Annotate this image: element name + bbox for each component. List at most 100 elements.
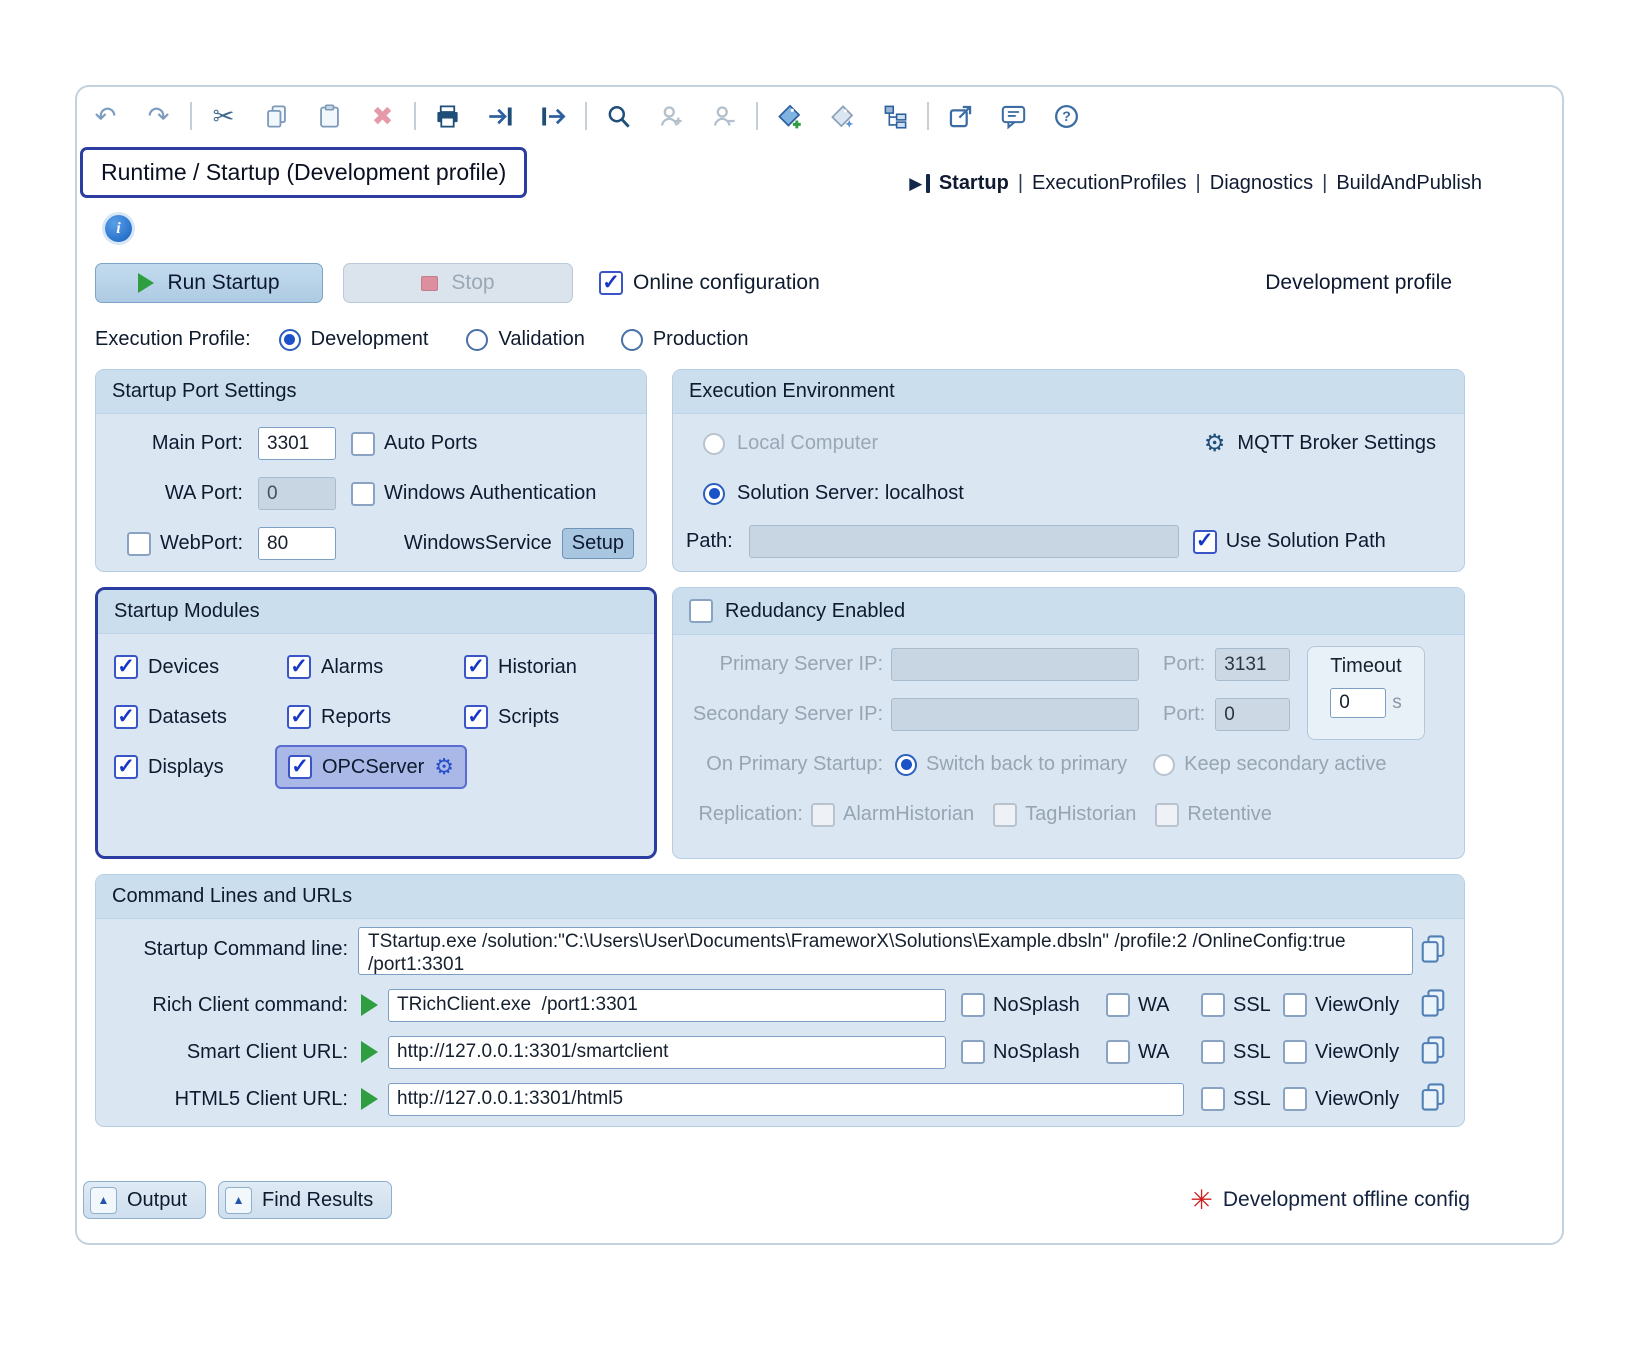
solution-server-label: Solution Server: localhost: [737, 482, 964, 505]
toolbar-divider: [585, 102, 587, 130]
info-icon[interactable]: i: [105, 215, 132, 242]
html5-client-url-input[interactable]: [388, 1083, 1184, 1116]
copy-html5-client-icon[interactable]: [1418, 1081, 1448, 1118]
datasets-checkbox[interactable]: [114, 705, 138, 729]
user-add-icon[interactable]: [645, 96, 698, 136]
copy-rich-client-icon[interactable]: [1418, 987, 1448, 1024]
collapse-icon: ▲: [225, 1187, 252, 1214]
help-icon[interactable]: ?: [1040, 96, 1093, 136]
alarms-checkbox[interactable]: [287, 655, 311, 679]
primary-port-input: [1215, 648, 1290, 681]
validation-radio[interactable]: [466, 329, 488, 351]
copy-startup-command-icon[interactable]: [1418, 933, 1448, 970]
copy-smart-client-icon[interactable]: [1418, 1034, 1448, 1071]
reports-checkbox[interactable]: [287, 705, 311, 729]
module-alarms: Alarms: [287, 644, 464, 690]
undo-icon[interactable]: ↶: [79, 96, 132, 136]
main-port-input[interactable]: [258, 427, 336, 460]
smart-client-url-input[interactable]: [388, 1036, 946, 1069]
opcserver-gear-icon[interactable]: ⚙: [434, 756, 454, 778]
smart-wa-checkbox[interactable]: [1106, 1040, 1130, 1064]
production-radio[interactable]: [621, 329, 643, 351]
replication-taghistorian-checkbox[interactable]: [993, 803, 1017, 827]
html5-ssl-checkbox[interactable]: [1201, 1087, 1225, 1111]
devices-checkbox[interactable]: [114, 655, 138, 679]
replication-retentive-checkbox[interactable]: [1155, 803, 1179, 827]
execution-environment-title: Execution Environment: [673, 370, 1464, 414]
windows-authentication-checkbox[interactable]: [351, 482, 375, 506]
solution-server-radio[interactable]: [703, 483, 725, 505]
development-radio[interactable]: [279, 329, 301, 351]
import-icon[interactable]: [474, 96, 527, 136]
breadcrumb-item-startup[interactable]: Startup: [939, 172, 1009, 195]
redundancy-enabled-checkbox[interactable]: [689, 599, 713, 623]
run-smart-client-icon[interactable]: [361, 1041, 378, 1063]
online-configuration-label: Online configuration: [633, 271, 820, 295]
switch-back-to-primary-radio[interactable]: [895, 754, 917, 776]
local-computer-radio[interactable]: [703, 433, 725, 455]
mqtt-broker-settings-button[interactable]: ⚙ MQTT Broker Settings: [1204, 432, 1436, 456]
rich-viewonly-label: ViewOnly: [1315, 994, 1399, 1017]
copy-icon[interactable]: [250, 96, 303, 136]
run-startup-button[interactable]: Run Startup: [95, 263, 323, 303]
replication-alarmhistorian-checkbox[interactable]: [811, 803, 835, 827]
tag-edit-icon[interactable]: [816, 96, 869, 136]
smart-ssl-checkbox[interactable]: [1201, 1040, 1225, 1064]
module-opcserver[interactable]: OPCServer ⚙: [275, 745, 467, 789]
breadcrumb-item-diagnostics[interactable]: Diagnostics: [1210, 172, 1313, 195]
breadcrumb-item-executionprofiles[interactable]: ExecutionProfiles: [1032, 172, 1187, 195]
startup-modules-title: Startup Modules: [98, 590, 654, 634]
smart-viewonly-label: ViewOnly: [1315, 1041, 1399, 1064]
smart-nosplash-checkbox[interactable]: [961, 1040, 985, 1064]
wa-port-input: [258, 477, 336, 510]
opcserver-checkbox[interactable]: [288, 755, 312, 779]
displays-label: Displays: [148, 756, 224, 779]
online-configuration-checkbox[interactable]: [599, 271, 623, 295]
comment-icon[interactable]: [987, 96, 1040, 136]
path-input: [749, 525, 1179, 558]
run-rich-client-icon[interactable]: [361, 994, 378, 1016]
tag-add-icon[interactable]: [763, 96, 816, 136]
cut-icon[interactable]: ✂: [197, 96, 250, 136]
html5-viewonly-checkbox[interactable]: [1283, 1087, 1307, 1111]
secondary-port-label: Port:: [1163, 703, 1205, 726]
rich-viewonly-checkbox[interactable]: [1283, 993, 1307, 1017]
breadcrumb-item-buildandpublish[interactable]: BuildAndPublish: [1336, 172, 1482, 195]
open-external-icon[interactable]: [934, 96, 987, 136]
paste-icon[interactable]: [303, 96, 356, 136]
html5-viewonly-label: ViewOnly: [1315, 1088, 1399, 1111]
stop-button[interactable]: Stop: [343, 263, 573, 303]
startup-port-settings-panel: Startup Port Settings Main Port: Auto Po…: [95, 369, 647, 572]
webport-label: WebPort:: [160, 532, 243, 555]
delete-icon[interactable]: ✖: [356, 96, 409, 136]
on-primary-startup-label: On Primary Startup:: [673, 753, 883, 776]
keep-secondary-active-radio[interactable]: [1153, 754, 1175, 776]
toolbar-divider: [756, 102, 758, 130]
startup-section-icon: ▶: [909, 175, 922, 192]
auto-ports-checkbox[interactable]: [351, 432, 375, 456]
historian-checkbox[interactable]: [464, 655, 488, 679]
export-icon[interactable]: [527, 96, 580, 136]
print-icon[interactable]: [421, 96, 474, 136]
smart-viewonly-checkbox[interactable]: [1283, 1040, 1307, 1064]
rich-nosplash-checkbox[interactable]: [961, 993, 985, 1017]
search-icon[interactable]: [592, 96, 645, 136]
windows-service-setup-button[interactable]: Setup: [562, 528, 634, 559]
rich-client-command-input[interactable]: [388, 989, 946, 1022]
redo-icon[interactable]: ↷: [132, 96, 185, 136]
module-scripts: Scripts: [464, 694, 654, 740]
webport-input[interactable]: [258, 527, 336, 560]
webport-checkbox[interactable]: [127, 532, 151, 556]
run-html5-client-icon[interactable]: [361, 1088, 378, 1110]
output-button[interactable]: ▲ Output: [83, 1181, 206, 1219]
scripts-checkbox[interactable]: [464, 705, 488, 729]
use-solution-path-checkbox[interactable]: [1193, 530, 1217, 554]
displays-checkbox[interactable]: [114, 755, 138, 779]
rich-ssl-checkbox[interactable]: [1201, 993, 1225, 1017]
find-results-button[interactable]: ▲ Find Results: [218, 1181, 392, 1219]
treeview-icon[interactable]: [869, 96, 922, 136]
startup-command-line-value[interactable]: TStartup.exe /solution:"C:\Users\User\Do…: [358, 927, 1413, 975]
rich-wa-checkbox[interactable]: [1106, 993, 1130, 1017]
user-remove-icon[interactable]: [698, 96, 751, 136]
development-radio-label: Development: [311, 328, 429, 351]
